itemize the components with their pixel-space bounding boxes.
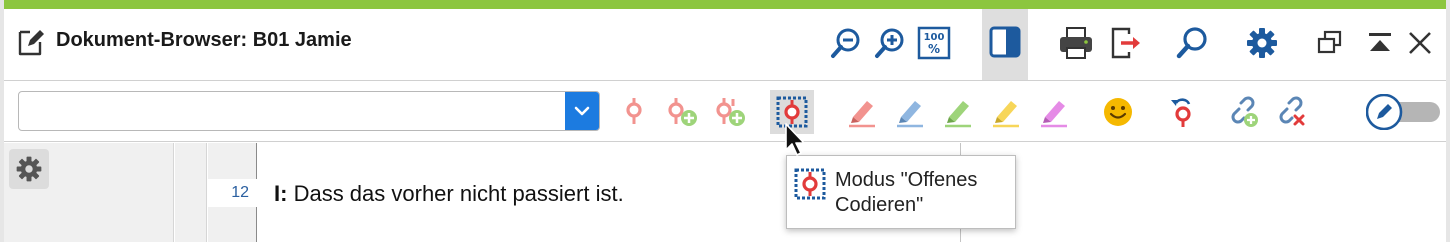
zoom-in-button[interactable] xyxy=(870,23,910,63)
collapse-button[interactable] xyxy=(1360,23,1400,63)
gear-icon xyxy=(16,156,42,182)
highlighter-red-icon xyxy=(849,101,875,128)
window-title: Dokument-Browser: B01 Jamie xyxy=(56,29,352,51)
mouse-cursor-icon xyxy=(785,123,805,156)
highlighter-green-icon xyxy=(945,101,971,128)
highlighter-magenta-icon xyxy=(1041,101,1067,128)
code-with-multiple-codes-button[interactable] xyxy=(708,90,752,134)
tooltip-text: Modus "Offenes Codieren" xyxy=(835,169,978,216)
code-with-new-code-button[interactable] xyxy=(660,90,704,134)
link-remove-icon xyxy=(1279,96,1305,126)
code-multi-plus-icon xyxy=(716,98,745,126)
search-icon xyxy=(1176,27,1207,59)
highlight-magenta-button[interactable] xyxy=(1032,90,1076,134)
collapse-icon xyxy=(1369,33,1391,51)
settings-gear-icon xyxy=(1247,28,1277,58)
link-add-icon xyxy=(1231,96,1258,127)
chevron-down-icon xyxy=(574,106,590,116)
zoom-in-icon xyxy=(875,28,904,58)
svg-text:%: % xyxy=(928,42,940,56)
code-stripes-column xyxy=(4,143,174,242)
settings-button[interactable] xyxy=(1242,23,1282,63)
add-link-button[interactable] xyxy=(1222,90,1266,134)
code-icon xyxy=(626,98,642,124)
memo-column xyxy=(175,143,207,242)
close-icon xyxy=(1409,32,1431,54)
tooltip: Modus "Offenes Codieren" xyxy=(786,155,1016,229)
zoom-out-icon xyxy=(831,28,860,58)
highlighter-yellow-icon xyxy=(993,101,1019,128)
edit-mode-icon xyxy=(1365,93,1440,131)
print-button[interactable] xyxy=(1056,23,1096,63)
open-coding-mode-icon xyxy=(794,168,826,200)
emoticode-smiley-icon xyxy=(1104,98,1132,126)
search-button[interactable] xyxy=(1172,23,1212,63)
document-content: 12 I: Dass das vorher nicht passiert ist… xyxy=(4,143,1446,242)
code-search-input[interactable] xyxy=(19,92,565,130)
edit-mode-toggle[interactable] xyxy=(1365,93,1442,131)
document-browser-window: Dokument-Browser: B01 Jamie 100 % 12 I: … xyxy=(4,0,1446,242)
zoom-100-icon: 100 % xyxy=(917,26,951,60)
export-button[interactable] xyxy=(1106,23,1146,63)
highlighter-blue-icon xyxy=(897,101,923,128)
panel-toggle-button[interactable] xyxy=(982,9,1028,80)
paragraph-text[interactable]: I: Dass das vorher nicht passiert ist. xyxy=(274,181,624,207)
speaker-label: I: xyxy=(274,181,288,206)
coding-toolbar xyxy=(4,82,1446,142)
code-button[interactable] xyxy=(612,90,656,134)
zoom-out-button[interactable] xyxy=(826,23,866,63)
print-icon xyxy=(1060,27,1092,59)
window-accent-bar xyxy=(4,0,1446,9)
code-plus-icon xyxy=(668,98,697,126)
export-icon xyxy=(1111,27,1140,59)
emoticode-button[interactable] xyxy=(1096,90,1140,134)
remove-link-button[interactable] xyxy=(1270,90,1314,134)
combobox-dropdown-button[interactable] xyxy=(565,92,599,130)
edit-document-icon xyxy=(18,30,44,56)
code-search-combobox[interactable] xyxy=(18,91,600,131)
close-button[interactable] xyxy=(1400,23,1440,63)
code-stripes-settings-button[interactable] xyxy=(9,149,49,189)
paragraph-body: Dass das vorher nicht passiert ist. xyxy=(287,181,624,206)
restore-window-icon xyxy=(1317,30,1342,54)
paragraph-number: 12 xyxy=(208,179,257,207)
highlight-yellow-button[interactable] xyxy=(984,90,1028,134)
paragraph-number-column: 12 xyxy=(208,143,257,242)
zoom-100-button[interactable]: 100 % xyxy=(914,23,954,63)
undo-code-icon xyxy=(1171,98,1191,127)
right-margin-area xyxy=(962,143,1446,242)
highlight-blue-button[interactable] xyxy=(888,90,932,134)
restore-window-button[interactable] xyxy=(1310,23,1350,63)
panel-toggle-icon xyxy=(989,26,1021,58)
highlight-green-button[interactable] xyxy=(936,90,980,134)
undo-coding-button[interactable] xyxy=(1160,90,1204,134)
highlight-red-button[interactable] xyxy=(840,90,884,134)
title-bar: Dokument-Browser: B01 Jamie 100 % xyxy=(4,9,1446,81)
